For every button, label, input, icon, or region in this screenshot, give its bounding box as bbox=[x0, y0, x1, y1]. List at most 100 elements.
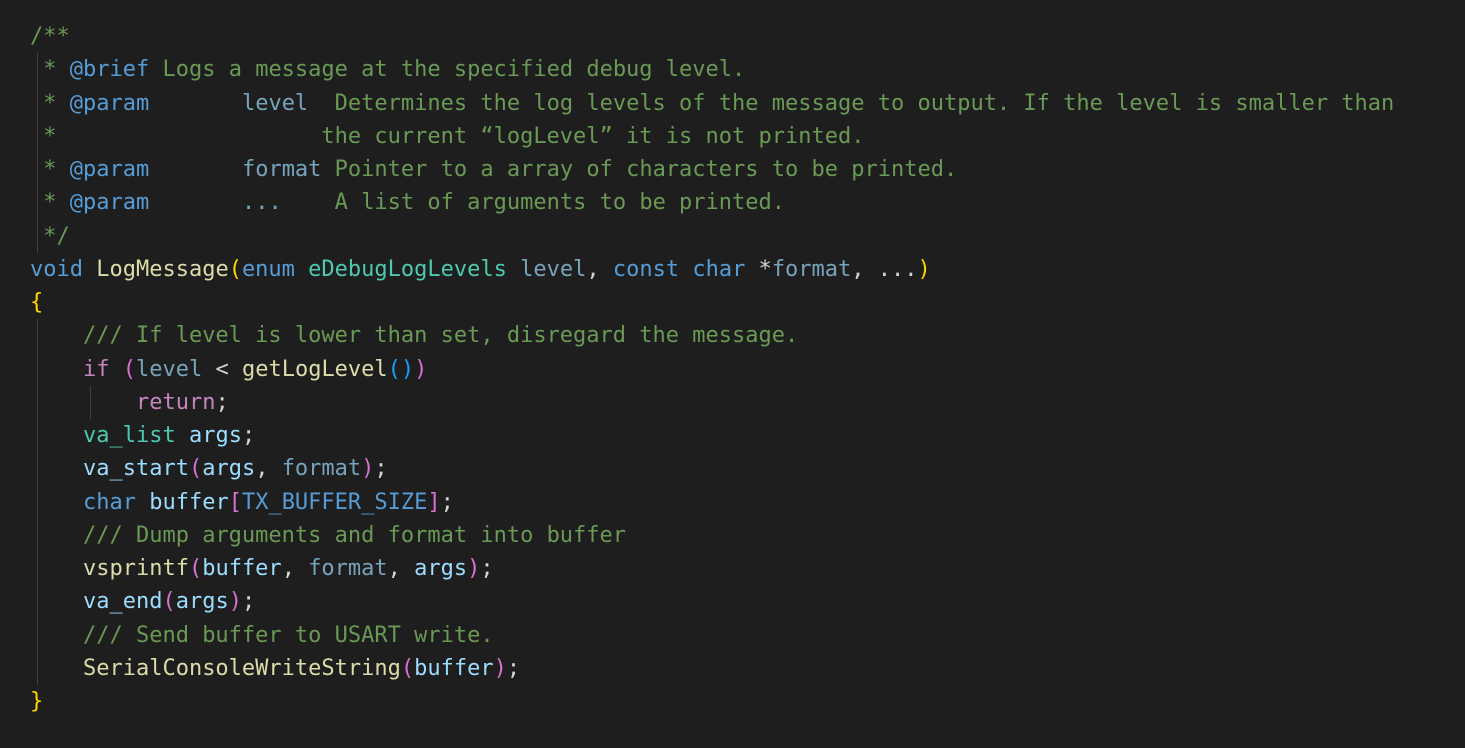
code-token: ; bbox=[480, 556, 494, 581]
code-token: () bbox=[387, 356, 415, 382]
code-token: ; bbox=[241, 589, 256, 615]
code-line[interactable]: void LogMessage(enum eDebugLogLevels lev… bbox=[30, 253, 1394, 286]
code-token: /** bbox=[30, 24, 70, 49]
code-token: LogMessage bbox=[96, 256, 229, 282]
code-line[interactable]: SerialConsoleWriteString(buffer); bbox=[30, 651, 1394, 685]
code-token: ] bbox=[427, 489, 441, 515]
code-line[interactable]: /// Dump arguments and format into buffe… bbox=[30, 518, 1394, 552]
code-token: char bbox=[692, 256, 746, 282]
code-token: A list of arguments to be printed. bbox=[281, 190, 786, 216]
code-line[interactable]: * @param ... A list of arguments to be p… bbox=[30, 186, 1394, 220]
code-token: va_start bbox=[82, 456, 189, 482]
code-token: @param bbox=[69, 90, 150, 116]
code-line[interactable]: va_start(args, format); bbox=[30, 452, 1394, 486]
indent-guide bbox=[89, 385, 91, 419]
code-token: /// If level is lower than set, disregar… bbox=[82, 323, 799, 349]
indent-guide bbox=[37, 86, 38, 120]
code-token: Pointer to a array of characters to be p… bbox=[321, 157, 958, 182]
code-line[interactable]: * @param level Determines the log levels… bbox=[30, 86, 1394, 120]
indent-guide bbox=[37, 518, 38, 552]
code-token: ) bbox=[228, 589, 242, 615]
indent-guide bbox=[37, 186, 38, 220]
indent-guide bbox=[37, 552, 38, 586]
indent-guide bbox=[37, 618, 38, 652]
code-token: , bbox=[255, 456, 282, 482]
code-token: char bbox=[82, 489, 136, 515]
code-editor[interactable]: /** * @brief Logs a message at the speci… bbox=[0, 0, 1465, 748]
code-token: < bbox=[202, 356, 242, 382]
code-line[interactable]: /// If level is lower than set, disregar… bbox=[30, 319, 1394, 353]
code-token: vsprintf bbox=[82, 556, 189, 581]
code-token: return bbox=[135, 389, 216, 415]
code-token: ( bbox=[122, 356, 136, 382]
indent-guide bbox=[37, 352, 38, 386]
code-token: , bbox=[281, 556, 309, 581]
code-token: ; bbox=[440, 489, 454, 515]
code-token: * bbox=[30, 190, 70, 216]
code-token: buffer bbox=[202, 556, 282, 581]
code-line[interactable]: * @param format Pointer to a array of ch… bbox=[30, 153, 1394, 187]
code-token: { bbox=[30, 290, 44, 315]
code-line[interactable]: return; bbox=[30, 385, 1394, 419]
code-token: void bbox=[30, 256, 83, 282]
code-line[interactable]: { bbox=[30, 286, 1394, 319]
code-token: ; bbox=[374, 456, 388, 482]
code-token: format bbox=[771, 256, 852, 282]
code-line[interactable]: * the current “logLevel” it is not print… bbox=[30, 119, 1394, 153]
code-line[interactable]: vsprintf(buffer, format, args); bbox=[30, 552, 1394, 586]
code-line[interactable]: char buffer[TX_BUFFER_SIZE]; bbox=[30, 485, 1394, 519]
code-token: args bbox=[202, 456, 256, 482]
code-line[interactable]: if (level < getLogLevel()) bbox=[30, 352, 1394, 386]
code-token: ( bbox=[400, 655, 415, 681]
code-line[interactable]: /** bbox=[30, 20, 1394, 53]
code-line[interactable]: */ bbox=[30, 219, 1394, 253]
code-line[interactable]: va_end(args); bbox=[30, 585, 1394, 619]
code-line[interactable]: } bbox=[30, 685, 1394, 718]
indent-guide bbox=[37, 153, 38, 187]
code-token: /// Send buffer to USART write. bbox=[82, 622, 494, 648]
code-token: va_list bbox=[82, 423, 176, 448]
code-token: @param bbox=[69, 190, 150, 216]
code-token: ) bbox=[361, 456, 375, 482]
code-token: ... bbox=[241, 190, 282, 216]
code-token: getLogLevel bbox=[241, 356, 388, 382]
code-token: eDebugLogLevels bbox=[308, 256, 507, 282]
code-token: ( bbox=[188, 556, 203, 581]
code-token: const bbox=[612, 256, 680, 282]
indent-guide bbox=[37, 585, 38, 619]
code-token: buffer bbox=[414, 655, 494, 681]
code-line[interactable]: va_list args; bbox=[30, 419, 1394, 453]
code-token: va_end bbox=[82, 589, 163, 615]
code-token: ( bbox=[188, 456, 203, 482]
code-token: ) bbox=[414, 356, 428, 382]
indent-guide bbox=[37, 419, 38, 453]
indent-guide bbox=[37, 385, 38, 419]
code-token: args bbox=[175, 589, 229, 615]
code-lines: /** * @brief Logs a message at the speci… bbox=[30, 20, 1394, 718]
code-token: , bbox=[387, 556, 415, 581]
code-token: * bbox=[30, 90, 70, 116]
code-token: * the current “logLevel” it is not print… bbox=[30, 123, 865, 149]
code-token: */ bbox=[30, 223, 70, 249]
code-token: ( bbox=[162, 589, 176, 615]
code-token: SerialConsoleWriteString bbox=[82, 655, 401, 681]
code-token: level bbox=[241, 90, 309, 116]
code-line[interactable]: /// Send buffer to USART write. bbox=[30, 618, 1394, 652]
code-token: * bbox=[30, 57, 70, 83]
code-line[interactable]: * @brief Logs a message at the specified… bbox=[30, 53, 1394, 87]
code-token: * bbox=[745, 256, 772, 282]
code-token: ; bbox=[241, 423, 256, 448]
code-token: * bbox=[30, 157, 70, 182]
code-token: /// Dump arguments and format into buffe… bbox=[82, 522, 627, 548]
code-token: @param bbox=[69, 157, 150, 182]
code-token: , ... bbox=[851, 256, 918, 282]
